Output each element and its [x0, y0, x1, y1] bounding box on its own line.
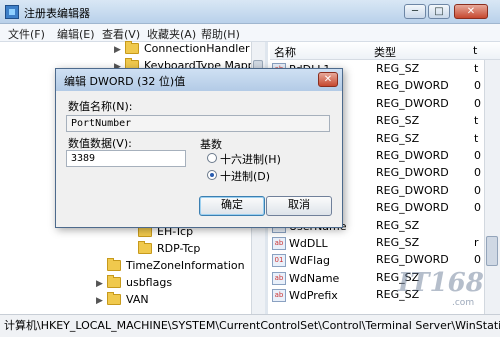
value-type: REG_SZ: [376, 236, 420, 249]
folder-icon: [107, 257, 121, 271]
menu-favorites[interactable]: 收藏夹(A): [147, 26, 196, 42]
value-type: REG_SZ: [376, 114, 420, 127]
cancel-button[interactable]: 取消: [266, 196, 332, 216]
hexadecimal-label[interactable]: 十六进制(H): [220, 151, 281, 167]
binary-value-icon: 01: [272, 253, 286, 267]
value-type: REG_DWORD: [376, 79, 449, 92]
window-title: 注册表编辑器: [24, 7, 90, 20]
folder-icon: [107, 291, 121, 305]
string-value-icon: ab: [272, 271, 286, 285]
decimal-radio[interactable]: [207, 170, 217, 180]
value-data: r: [474, 236, 479, 249]
tree-item-label: VAN: [126, 293, 149, 306]
value-data: 0: [474, 166, 481, 179]
watermark-domain: .com: [452, 298, 475, 308]
minimize-button[interactable]: ─: [404, 4, 426, 19]
value-data: t: [474, 114, 479, 127]
dialog-title: 编辑 DWORD (32 位)值: [64, 75, 186, 88]
close-button[interactable]: ✕: [454, 4, 488, 19]
tree-item-van[interactable]: ▶ VAN: [96, 291, 149, 309]
value-type: REG_DWORD: [376, 166, 449, 179]
folder-icon: [138, 240, 152, 254]
value-name: WdFlag: [289, 253, 330, 267]
value-data-label: 数值数据(V):: [68, 137, 132, 150]
menu-view[interactable]: 查看(V): [102, 26, 140, 42]
list-header: 名称 类型 t: [270, 42, 500, 60]
list-scrollbar-thumb[interactable]: [486, 236, 498, 266]
folder-icon: [125, 40, 139, 54]
expand-arrow-icon[interactable]: ▶: [96, 293, 104, 309]
value-data: 0: [474, 253, 481, 266]
tree-item-rdp-tcp[interactable]: RDP-Tcp: [127, 240, 201, 257]
menu-edit[interactable]: 编辑(E): [57, 26, 95, 42]
value-data: t: [474, 132, 479, 145]
value-type: REG_DWORD: [376, 97, 449, 110]
list-scrollbar[interactable]: [484, 60, 500, 314]
value-type: REG_DWORD: [376, 201, 449, 214]
value-data: 0: [474, 149, 481, 162]
value-name: WdPrefix: [289, 288, 338, 302]
value-data: 0: [474, 201, 481, 214]
tree-item-timezoneinformation[interactable]: TimeZoneInformation: [96, 257, 245, 274]
value-data: 0: [474, 79, 481, 92]
registry-editor-icon: [5, 5, 19, 19]
string-value-icon: ab: [272, 288, 286, 302]
value-data: 0: [474, 97, 481, 110]
menu-file[interactable]: 文件(F): [8, 26, 45, 42]
value-data: t: [474, 62, 479, 75]
tree-item-connectionhandler[interactable]: ▶ ConnectionHandler: [114, 40, 250, 58]
string-value-icon: ab: [272, 236, 286, 250]
base-group-label: 基数: [200, 138, 222, 151]
hexadecimal-radio[interactable]: [207, 153, 217, 163]
value-type: REG_SZ: [376, 62, 420, 75]
ok-button[interactable]: 确定: [199, 196, 265, 216]
maximize-button[interactable]: □: [428, 4, 450, 19]
value-data-field[interactable]: 3389: [66, 150, 186, 167]
folder-icon: [107, 274, 121, 288]
value-name: WdName: [289, 271, 340, 285]
value-type: REG_SZ: [376, 132, 420, 145]
dialog-close-button[interactable]: ✕: [318, 72, 338, 87]
tree-item-label: ConnectionHandler: [144, 42, 250, 55]
value-data: 0: [474, 184, 481, 197]
list-item[interactable]: ab WdDLL REG_SZ r: [272, 234, 500, 251]
value-type: REG_DWORD: [376, 184, 449, 197]
tree-item-label: TimeZoneInformation: [126, 259, 245, 272]
value-name-label: 数值名称(N):: [68, 100, 133, 113]
watermark-logo: IT168: [398, 268, 484, 298]
expand-arrow-icon[interactable]: ▶: [114, 42, 122, 58]
column-header-type[interactable]: 类型: [374, 44, 396, 60]
menu-bar: 文件(F) 编辑(E) 查看(V) 收藏夹(A) 帮助(H): [0, 24, 500, 42]
menu-help[interactable]: 帮助(H): [201, 26, 240, 42]
decimal-label[interactable]: 十进制(D): [220, 168, 270, 184]
value-name: WdDLL: [289, 236, 328, 250]
status-bar-path: 计算机\HKEY_LOCAL_MACHINE\SYSTEM\CurrentCon…: [0, 314, 500, 337]
list-item[interactable]: 01 WdFlag REG_DWORD 0: [272, 251, 500, 268]
expand-arrow-icon[interactable]: ▶: [96, 276, 104, 292]
column-header-name[interactable]: 名称: [274, 44, 296, 60]
value-name-field[interactable]: PortNumber: [66, 115, 330, 132]
value-type: REG_DWORD: [376, 149, 449, 162]
tree-item-label: usbflags: [126, 276, 173, 289]
tree-item-label: RDP-Tcp: [157, 242, 201, 255]
value-type: REG_DWORD: [376, 253, 449, 266]
tree-item-usbflags[interactable]: ▶ usbflags: [96, 274, 173, 292]
value-type: REG_SZ: [376, 219, 420, 232]
column-header-data[interactable]: t: [473, 44, 477, 57]
